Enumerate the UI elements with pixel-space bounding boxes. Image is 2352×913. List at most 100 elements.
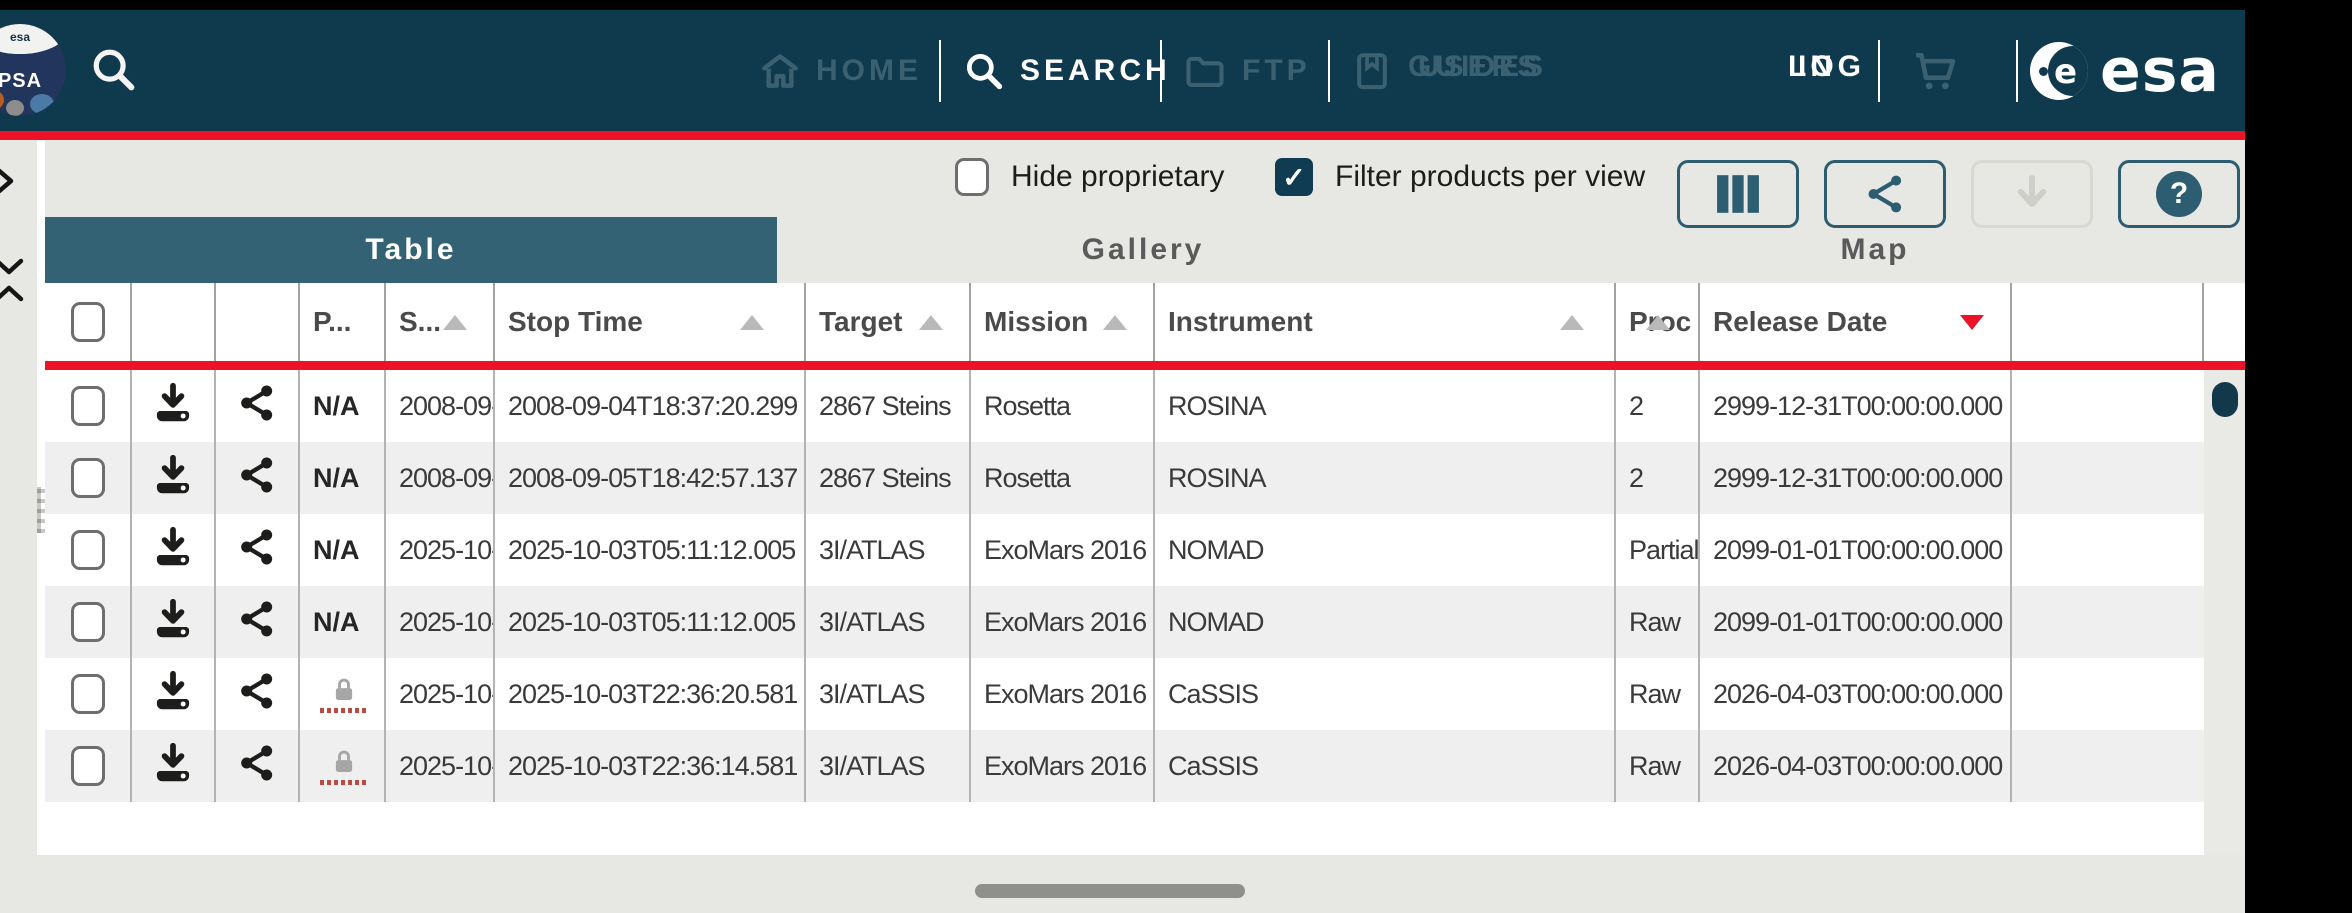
row-download-button[interactable] (150, 740, 196, 793)
row-checkbox[interactable] (70, 458, 105, 498)
download-arrow-icon (2017, 175, 2047, 207)
row-download-button[interactable] (150, 380, 196, 433)
download-icon (156, 526, 190, 565)
table-row: N/A 2008-09- 2008-09-04T18:37:20.299 2867 S… (45, 370, 2204, 442)
cell-download (132, 658, 216, 730)
row-checkbox[interactable] (70, 602, 105, 642)
cell-download (132, 586, 216, 658)
cell-share (216, 658, 300, 730)
expand-panel-chevron-right-icon[interactable] (0, 164, 21, 198)
columns-icon (1717, 175, 1759, 213)
share-icon (241, 601, 273, 636)
header-proc[interactable]: Proc (1616, 283, 1700, 361)
cell-proc: Raw (1616, 586, 1700, 658)
hide-proprietary-control: Hide proprietary (955, 158, 1224, 196)
cell-release-date: 2026-04-03T00:00:00.000 (1700, 730, 2012, 802)
cell-select (45, 586, 132, 658)
header-target[interactable]: Target (806, 283, 971, 361)
cell-download (132, 514, 216, 586)
cell-proprietary (300, 730, 386, 802)
select-all-checkbox[interactable] (70, 302, 105, 342)
cell-start-time: 2008-09- (386, 442, 495, 514)
header-start-time[interactable]: S... (386, 283, 495, 361)
row-share-button[interactable] (237, 527, 277, 574)
nav-ftp-label: FTP (1242, 53, 1311, 87)
cell-release-date: 2099-01-01T00:00:00.000 (1700, 586, 2012, 658)
cell-proc: Partial (1616, 514, 1700, 586)
row-checkbox[interactable] (70, 674, 105, 714)
cell-proprietary: N/A (300, 370, 386, 442)
table-row: 2025-10- 2025-10-03T22:36:14.581 3I/ATLAS E… (45, 730, 2204, 802)
lock-icon (319, 747, 378, 785)
sort-asc-icon (1646, 315, 1670, 330)
cell-target: 2867 Steins (806, 370, 971, 442)
cell-start-time: 2008-09- (386, 370, 495, 442)
tab-map[interactable]: Map (1509, 217, 2241, 283)
row-share-button[interactable] (237, 671, 277, 718)
nav-ftp[interactable]: FTP (1182, 10, 1311, 131)
cell-start-time: 2025-10- (386, 514, 495, 586)
row-checkbox[interactable] (70, 746, 105, 786)
cell-share (216, 442, 300, 514)
cell-empty (2012, 442, 2204, 514)
esa-logo[interactable]: e esa (2030, 10, 2220, 131)
row-share-button[interactable] (237, 599, 277, 646)
sort-asc-icon (443, 315, 467, 330)
tab-table[interactable]: Table (45, 217, 777, 283)
header-red-divider (0, 131, 2245, 140)
tab-gallery[interactable]: Gallery (777, 217, 1509, 283)
cell-target: 3I/ATLAS (806, 658, 971, 730)
vertical-scrollbar-track[interactable] (2204, 370, 2245, 855)
cell-select (45, 442, 132, 514)
nav-login[interactable]: LOG IN (1788, 10, 1878, 131)
row-share-button[interactable] (237, 743, 277, 790)
cell-start-time: 2025-10- (386, 658, 495, 730)
cell-instrument: ROSINA (1155, 442, 1616, 514)
cell-instrument: ROSINA (1155, 370, 1616, 442)
cell-share (216, 730, 300, 802)
horizontal-scrollbar-thumb[interactable] (975, 884, 1245, 898)
cell-stop-time: 2008-09-04T18:37:20.299 (495, 370, 806, 442)
vertical-scrollbar-thumb[interactable] (2212, 382, 2238, 417)
cell-release-date: 2026-04-03T00:00:00.000 (1700, 658, 2012, 730)
row-checkbox[interactable] (70, 386, 105, 426)
header-proprietary[interactable]: P... (300, 283, 386, 361)
hide-proprietary-checkbox[interactable] (955, 158, 989, 196)
nav-separator (1878, 40, 1880, 102)
share-icon (241, 529, 273, 564)
row-download-button[interactable] (150, 524, 196, 577)
cell-instrument: NOMAD (1155, 586, 1616, 658)
filter-products-checkbox[interactable]: ✓ (1275, 158, 1313, 196)
row-download-button[interactable] (150, 668, 196, 721)
nav-cart[interactable] (1908, 44, 1962, 103)
chevron-up-icon[interactable] (0, 282, 26, 304)
cell-target: 3I/ATLAS (806, 730, 971, 802)
psa-logo-blob (30, 94, 54, 114)
cell-proprietary: N/A (300, 514, 386, 586)
cell-proc: 2 (1616, 370, 1700, 442)
cell-stop-time: 2025-10-03T05:11:12.005 (495, 514, 806, 586)
cell-select (45, 514, 132, 586)
psa-logo-esa-text: esa (9, 30, 31, 44)
nav-home[interactable]: HOME (758, 10, 922, 131)
header-mission[interactable]: Mission (971, 283, 1155, 361)
row-share-button[interactable] (237, 455, 277, 502)
row-download-button[interactable] (150, 596, 196, 649)
chevron-down-icon[interactable] (0, 256, 26, 278)
row-download-button[interactable] (150, 452, 196, 505)
psa-archive-screen: esa PSA HOME SEARCH FTP GUIDES USERS LOG… (0, 0, 2352, 913)
sort-desc-icon (1960, 315, 1984, 330)
header-instrument[interactable]: Instrument (1155, 283, 1616, 361)
cell-release-date: 2999-12-31T00:00:00.000 (1700, 442, 2012, 514)
nav-users-guides[interactable]: GUIDES USERS (1350, 10, 1568, 131)
header-search-icon[interactable] (88, 44, 140, 96)
sort-asc-icon (1560, 315, 1584, 330)
row-checkbox[interactable] (70, 530, 105, 570)
psa-logo[interactable]: esa PSA (0, 24, 66, 116)
row-share-button[interactable] (237, 383, 277, 430)
select-all-cell (45, 283, 132, 361)
header-empty-col (2012, 283, 2204, 361)
nav-search[interactable]: SEARCH (962, 10, 1171, 131)
header-stop-time[interactable]: Stop Time (495, 283, 806, 361)
header-release-date[interactable]: Release Date (1700, 283, 2012, 361)
